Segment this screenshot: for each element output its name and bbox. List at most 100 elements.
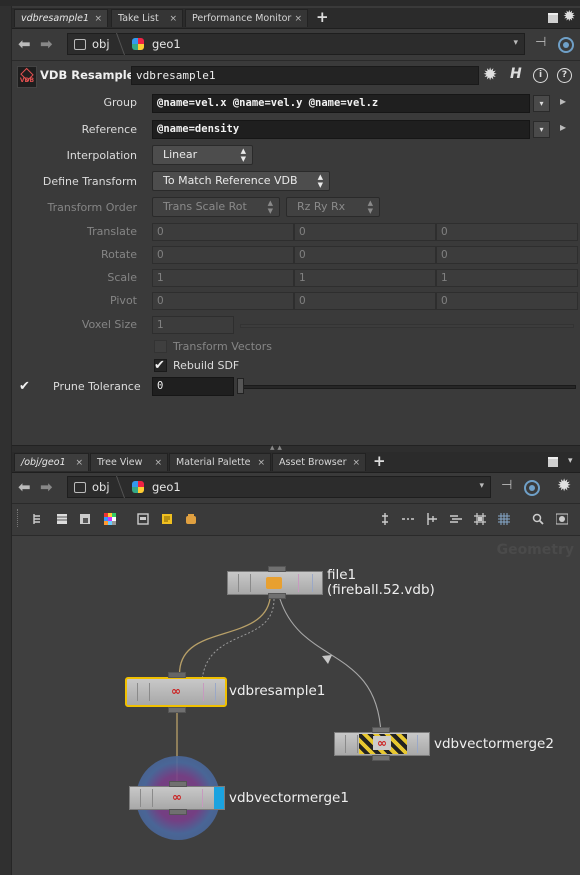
tab-material-palette[interactable]: Material Palette × — [169, 453, 271, 471]
align-vertical-icon[interactable] — [379, 513, 391, 525]
node-input-connector[interactable] — [168, 672, 186, 678]
chevron-down-icon[interactable]: ▾ — [568, 456, 573, 466]
link-ring-icon[interactable] — [524, 480, 540, 496]
close-icon[interactable]: × — [352, 454, 360, 472]
add-tab-icon[interactable]: + — [373, 452, 386, 470]
maximize-icon[interactable] — [548, 13, 558, 23]
link-ring-icon[interactable] — [558, 37, 574, 53]
pivot-z-field[interactable]: 0 — [436, 292, 578, 310]
rotate-y-field[interactable]: 0 — [294, 246, 436, 264]
node-output-connector[interactable] — [268, 593, 286, 599]
voxel-size-field[interactable]: 1 — [152, 316, 234, 334]
back-arrow-icon[interactable]: ⬅ — [18, 35, 31, 53]
prune-tolerance-slider[interactable] — [240, 385, 576, 389]
node-file1[interactable] — [227, 571, 323, 595]
color-palette-icon[interactable] — [104, 513, 116, 525]
network-box-icon[interactable] — [137, 513, 149, 525]
back-arrow-icon[interactable]: ⬅ — [18, 478, 31, 496]
grid-snap-icon[interactable] — [474, 513, 486, 525]
tab-take-list[interactable]: Take List × — [111, 9, 183, 27]
wire-style-icon[interactable] — [450, 513, 462, 525]
list-view-icon[interactable] — [56, 513, 68, 525]
node-name-field[interactable]: vdbresample1 — [131, 66, 479, 85]
close-icon[interactable]: × — [154, 454, 162, 472]
forward-arrow-icon[interactable]: ➡ — [40, 478, 53, 496]
network-path-bar[interactable]: obj geo1 ▾ — [67, 476, 491, 498]
node-output-connector[interactable] — [372, 755, 390, 761]
eye-icon[interactable] — [556, 513, 568, 525]
pin-icon[interactable]: ⊣ — [535, 35, 546, 50]
path-crumb-geo1[interactable]: geo1 — [152, 480, 181, 494]
node-vdbvectormerge2[interactable]: ∞ — [334, 732, 430, 756]
close-icon[interactable]: × — [94, 10, 102, 28]
chevron-down-icon[interactable]: ▾ — [479, 481, 484, 491]
tab-tree-view[interactable]: Tree View × — [90, 453, 168, 471]
transform-order-menu[interactable]: Trans Scale Rot ▲ ▼ — [152, 197, 280, 217]
node-output-connector[interactable] — [168, 707, 186, 713]
tree-layout-icon[interactable] — [32, 513, 44, 525]
close-icon[interactable]: × — [294, 10, 302, 28]
translate-x-field[interactable]: 0 — [152, 223, 294, 241]
node-input-connector[interactable] — [169, 781, 187, 787]
grid-icon[interactable] — [498, 513, 510, 525]
node-input-connector[interactable] — [268, 566, 286, 572]
path-crumb-obj[interactable]: obj — [92, 480, 110, 494]
help-h-icon[interactable]: H — [510, 66, 522, 82]
pivot-x-field[interactable]: 0 — [152, 292, 294, 310]
select-arrow-icon[interactable]: ▸ — [560, 120, 566, 134]
snap-icon[interactable] — [425, 513, 437, 525]
search-icon[interactable] — [532, 513, 544, 525]
path-crumb-geo1[interactable]: geo1 — [152, 37, 181, 51]
gear-icon[interactable]: ✹ — [563, 7, 576, 25]
slider-handle[interactable] — [237, 378, 244, 394]
tab-asset-browser[interactable]: Asset Browser × — [272, 453, 366, 471]
node-vdbvectormerge1[interactable]: ∞ — [129, 786, 225, 810]
path-bar[interactable]: obj geo1 ▾ — [67, 33, 525, 55]
tab-performance-monitor[interactable]: Performance Monitor × — [185, 9, 308, 27]
network-view[interactable]: Geometry file1 (fireball.52.vdb) ∞ vdbre… — [12, 536, 580, 875]
transform-vectors-checkbox[interactable] — [154, 340, 167, 353]
define-transform-menu[interactable]: To Match Reference VDB ▲ ▼ — [152, 171, 330, 191]
info-icon[interactable]: i — [533, 68, 548, 83]
prune-enable-check-icon[interactable]: ✔ — [19, 380, 30, 393]
scale-x-field[interactable]: 1 — [152, 269, 294, 287]
voxel-size-slider[interactable] — [240, 324, 574, 328]
scale-y-field[interactable]: 1 — [294, 269, 436, 287]
align-horizontal-icon[interactable] — [402, 513, 414, 525]
thumbnail-view-icon[interactable] — [79, 513, 91, 525]
reference-dropdown-button[interactable]: ▾ — [533, 121, 550, 138]
tab-vdbresample1[interactable]: vdbresample1 × — [14, 9, 108, 27]
pin-icon[interactable]: ⊣ — [501, 478, 512, 493]
subnet-icon[interactable] — [185, 513, 197, 525]
node-vdbresample1[interactable]: ∞ — [125, 677, 227, 707]
path-crumb-obj[interactable]: obj — [92, 37, 110, 51]
group-dropdown-button[interactable]: ▾ — [533, 95, 550, 112]
wire-file1-vdbresample1-a[interactable] — [179, 598, 271, 682]
reference-field[interactable]: @name=density — [152, 120, 530, 139]
forward-arrow-icon[interactable]: ➡ — [40, 35, 53, 53]
wire-file1-vdbvectormerge2[interactable] — [279, 598, 382, 735]
close-icon[interactable]: × — [75, 454, 83, 472]
rotate-x-field[interactable]: 0 — [152, 246, 294, 264]
translate-z-field[interactable]: 0 — [436, 223, 578, 241]
scale-z-field[interactable]: 1 — [436, 269, 578, 287]
prune-tolerance-field[interactable]: 0 — [152, 377, 234, 396]
tab-obj-geo1[interactable]: /obj/geo1 × — [14, 453, 89, 471]
group-field[interactable]: @name=vel.x @name=vel.y @name=vel.z — [152, 94, 530, 113]
maximize-icon[interactable] — [548, 457, 558, 467]
wire-file1-vdbresample1-b[interactable] — [201, 598, 275, 682]
close-icon[interactable]: × — [257, 454, 265, 472]
add-tab-icon[interactable]: + — [316, 8, 329, 26]
select-arrow-icon[interactable]: ▸ — [560, 94, 566, 108]
rotation-order-menu[interactable]: Rz Ry Rx ▲ ▼ — [286, 197, 380, 217]
gear-icon[interactable]: ✹ — [483, 65, 497, 85]
translate-y-field[interactable]: 0 — [294, 223, 436, 241]
interpolation-menu[interactable]: Linear ▲ ▼ — [152, 145, 253, 165]
rotate-z-field[interactable]: 0 — [436, 246, 578, 264]
help-icon[interactable]: ? — [557, 68, 572, 83]
sticky-note-icon[interactable] — [161, 513, 173, 525]
gear-icon[interactable]: ✹ — [557, 476, 571, 496]
node-input-connector[interactable] — [372, 727, 390, 733]
node-output-connector[interactable] — [169, 809, 187, 815]
close-icon[interactable]: × — [169, 10, 177, 28]
